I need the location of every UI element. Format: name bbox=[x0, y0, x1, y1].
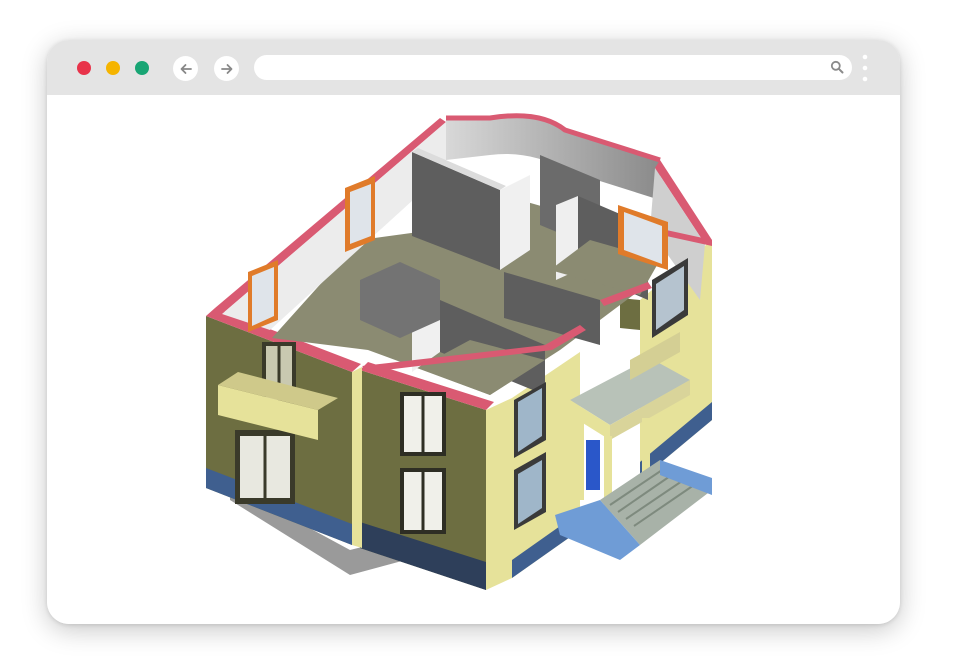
page-content bbox=[47, 95, 900, 624]
browser-window bbox=[47, 40, 900, 624]
house-model-image bbox=[206, 113, 712, 590]
